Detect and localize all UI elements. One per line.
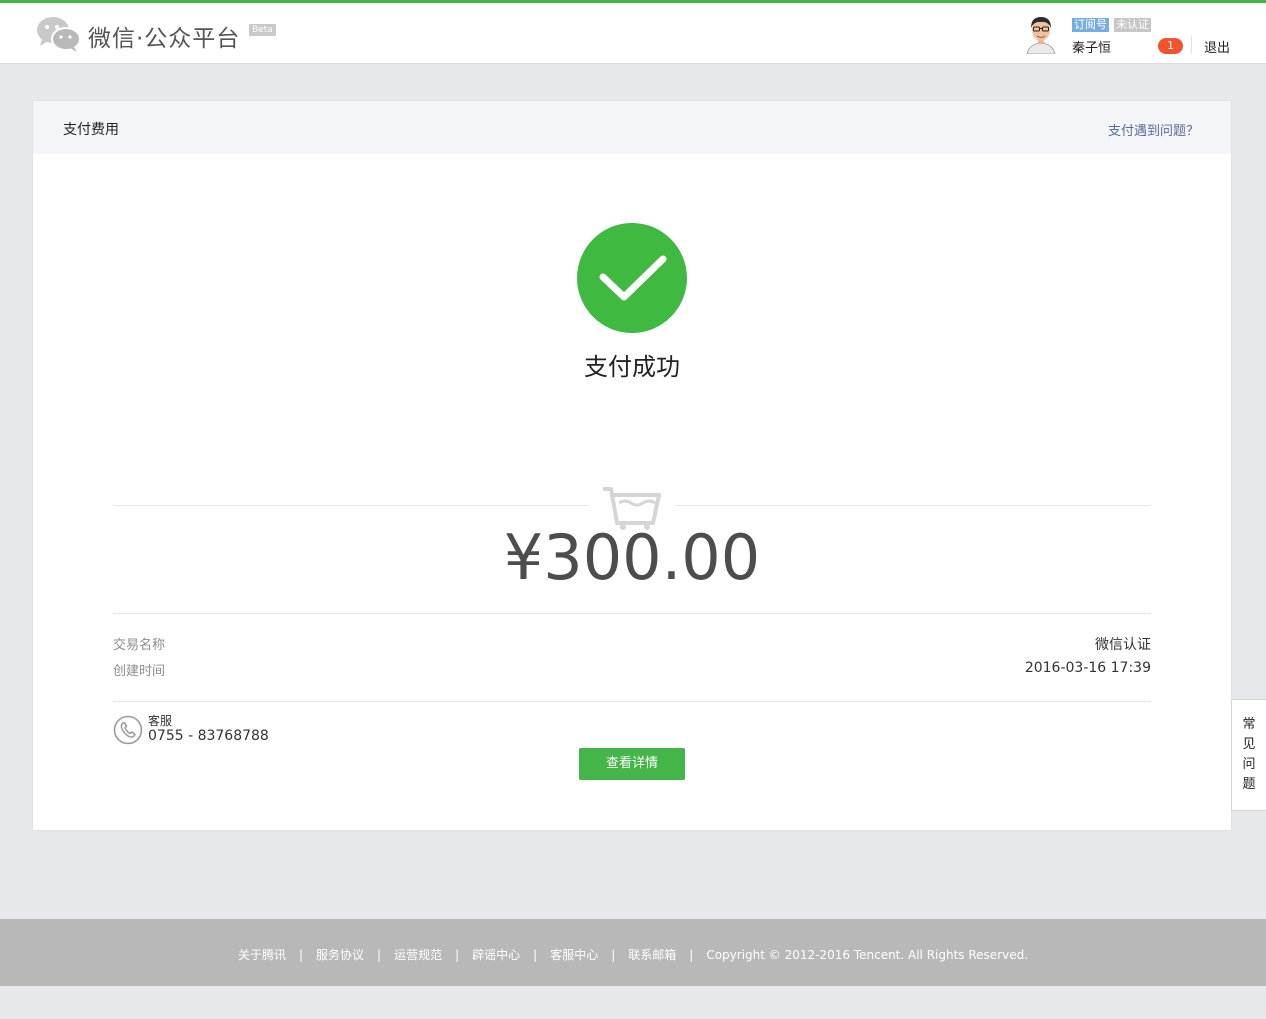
brand-title[interactable]: 微信·公众平台 (88, 19, 240, 53)
payment-card: 支付费用 支付遇到问题？ 支付成功 ¥300.00 交易名称 微信认证 创建时间… (32, 100, 1232, 831)
created-time-value: 2016-03-16 17:39 (1024, 660, 1151, 676)
faq-char: 题 (1242, 777, 1256, 792)
customer-service-phone: 0755 - 83768788 (148, 728, 269, 744)
header-divider (1191, 36, 1192, 54)
footer-link-about[interactable]: 关于腾讯 (238, 948, 286, 962)
trade-name-value: 微信认证 (1095, 637, 1151, 653)
payment-amount: ¥300.00 (503, 521, 761, 594)
footer-copyright: Copyright © 2012-2016 Tencent. All Right… (706, 948, 1029, 962)
footer-separator: | (533, 948, 538, 962)
logout-link[interactable]: 退出 (1204, 37, 1230, 56)
faq-char: 见 (1242, 737, 1256, 752)
footer-separator: | (298, 948, 304, 962)
footer: 关于腾讯 | 服务协议 | 运营规范 | 辟谣中心 | 客服中心 | 联系邮箱 | Copyright … (0, 919, 1266, 986)
view-details-button[interactable]: 查看详情 (579, 748, 685, 780)
faq-side-tab[interactable]: 常 见 问 题 (1231, 699, 1266, 811)
footer-links: 关于腾讯 | 服务协议 | 运营规范 | 辟谣中心 | 客服中心 | 联系邮箱 | Copyright … (0, 946, 1266, 963)
phone-icon (113, 715, 143, 745)
faq-char: 常 (1242, 717, 1256, 732)
divider-right (675, 505, 1151, 506)
footer-separator: | (455, 948, 460, 962)
footer-link-rumor[interactable]: 辟谣中心 (472, 948, 520, 962)
footer-link-rules[interactable]: 运营规范 (394, 948, 442, 962)
footer-link-service[interactable]: 客服中心 (550, 948, 598, 962)
user-avatar[interactable] (1021, 14, 1061, 54)
payment-help-link[interactable]: 支付遇到问题？ (1108, 120, 1199, 139)
created-time-label: 创建时间 (113, 664, 166, 679)
footer-link-email[interactable]: 联系邮箱 (628, 948, 676, 962)
footer-separator: | (689, 948, 694, 962)
card-header: 支付费用 支付遇到问题？ (33, 101, 1231, 154)
faq-char: 问 (1242, 757, 1256, 772)
verify-status-tag: 未认证 (1114, 18, 1151, 32)
top-bar: 微信·公众平台 Beta 订阅号 未认证 秦子恒 1 退出 (0, 0, 1266, 64)
footer-separator: | (611, 948, 616, 962)
message-count-badge[interactable]: 1 (1158, 38, 1183, 54)
wechat-logo-icon[interactable] (36, 15, 82, 53)
divider-details (113, 701, 1151, 702)
trade-name-label: 交易名称 (113, 638, 166, 653)
beta-badge: Beta (249, 24, 276, 36)
footer-link-agreement[interactable]: 服务协议 (316, 948, 364, 962)
success-check-icon (577, 223, 687, 333)
divider-amount (113, 613, 1151, 614)
card-title: 支付费用 (63, 122, 119, 138)
divider-left (113, 505, 589, 506)
footer-separator: | (377, 948, 382, 962)
username[interactable]: 秦子恒 (1072, 37, 1111, 56)
payment-status: 支付成功 (584, 353, 680, 381)
customer-service-label: 客服 (148, 714, 173, 728)
account-type-tag: 订阅号 (1072, 18, 1109, 32)
